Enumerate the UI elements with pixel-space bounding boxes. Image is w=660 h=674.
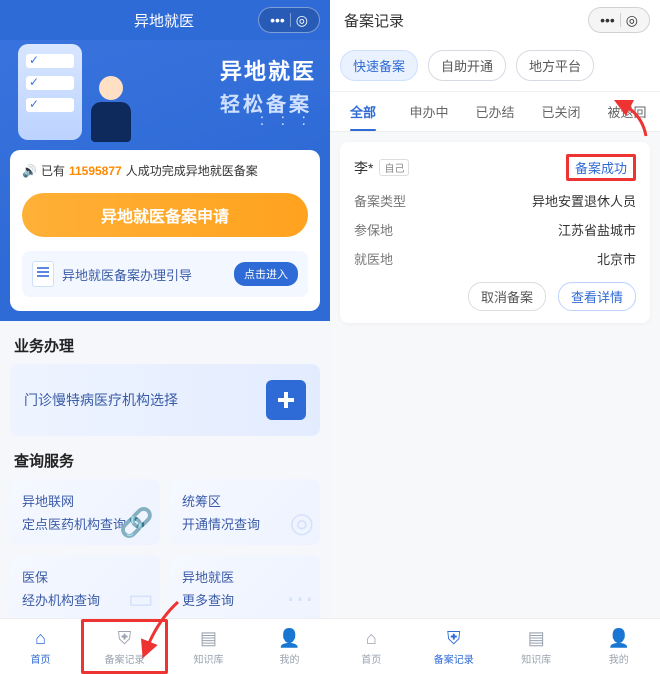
book-icon: ▤ — [200, 628, 217, 649]
filing-record-card: 李* 自己 备案成功 备案类型异地安置退休人员 参保地江苏省盐城市 就医地北京市… — [340, 142, 650, 323]
tab-home[interactable]: ⌂ 首页 — [330, 619, 413, 674]
tab-home[interactable]: ⌂ 首页 — [0, 619, 81, 674]
home-icon: ⌂ — [35, 628, 46, 649]
tab-knowledge[interactable]: ▤ 知识库 — [168, 619, 249, 674]
guide-label: 异地就医备案办理引导 — [62, 265, 192, 284]
subtab-done[interactable]: 已办结 — [462, 92, 528, 131]
filing-guide-row[interactable]: 异地就医备案办理引导 点击进入 — [22, 251, 308, 297]
hero-dots: : : : — [260, 112, 312, 130]
query-card-region[interactable]: 统筹区开通情况查询 ◎ — [170, 479, 320, 545]
subtab-processing[interactable]: 申办中 — [396, 92, 462, 131]
page-title-left: 异地就医 — [70, 10, 258, 31]
location-icon: ◎ — [290, 506, 314, 539]
miniprogram-capsule[interactable]: ••• ◎ — [588, 7, 650, 33]
record-name: 李* — [354, 158, 373, 178]
enter-button[interactable]: 点击进入 — [234, 262, 298, 286]
section-title-business: 业务办理 — [0, 321, 330, 364]
hero-person-illustration — [86, 76, 136, 146]
hospital-plus-icon — [266, 380, 306, 420]
view-detail-button[interactable]: 查看详情 — [558, 282, 636, 311]
self-tag: 自己 — [379, 159, 409, 176]
section-title-query: 查询服务 — [0, 436, 330, 479]
card-icon: ▭ — [128, 582, 154, 615]
page-title-right: 备案记录 — [340, 10, 588, 31]
more-icon[interactable]: ••• — [600, 13, 615, 27]
tab-filing-records[interactable]: ⛨ 备案记录 — [413, 619, 496, 674]
document-icon — [32, 261, 54, 287]
shield-icon: ⛨ — [118, 628, 132, 649]
pill-quick-filing[interactable]: 快速备案 — [340, 50, 418, 81]
query-card-more[interactable]: 异地就医更多查询 ⋯ — [170, 555, 320, 621]
more-icon: ⋯ — [286, 582, 314, 615]
link-icon: 🔗 — [119, 506, 154, 539]
target-icon[interactable]: ◎ — [626, 13, 638, 27]
subtab-closed[interactable]: 已关闭 — [528, 92, 594, 131]
tab-filing-records[interactable]: ⛨ 备案记录 — [81, 619, 168, 674]
success-count-row: 🔊 已有 11595877 人成功完成异地就医备案 — [22, 162, 308, 179]
tab-mine[interactable]: 👤 我的 — [578, 619, 660, 674]
home-icon: ⌂ — [366, 628, 377, 649]
pill-local-platform[interactable]: 地方平台 — [516, 50, 594, 81]
shield-icon: ⛨ — [447, 628, 461, 649]
hero-title: 异地就医 — [220, 54, 316, 86]
target-icon[interactable]: ◎ — [296, 13, 308, 27]
status-badge: 备案成功 — [566, 154, 636, 181]
subtab-all[interactable]: 全部 — [330, 92, 396, 131]
book-icon: ▤ — [528, 628, 545, 649]
sound-icon: 🔊 — [22, 164, 37, 178]
user-icon: 👤 — [278, 628, 300, 649]
hero-phone-illustration — [18, 44, 82, 140]
miniprogram-capsule[interactable]: ••• ◎ — [258, 7, 320, 33]
apply-filing-button[interactable]: 异地就医备案申请 — [22, 193, 308, 237]
query-card-networked[interactable]: 异地联网定点医药机构查询 🔗 — [10, 479, 160, 545]
pill-self-open[interactable]: 自助开通 — [428, 50, 506, 81]
chronic-disease-card[interactable]: 门诊慢特病医疗机构选择 — [10, 364, 320, 436]
query-card-agency[interactable]: 医保经办机构查询 ▭ — [10, 555, 160, 621]
user-icon: 👤 — [608, 628, 630, 649]
success-count-number: 11595877 — [69, 164, 122, 178]
more-icon[interactable]: ••• — [270, 13, 285, 27]
tab-knowledge[interactable]: ▤ 知识库 — [495, 619, 578, 674]
cancel-filing-button[interactable]: 取消备案 — [468, 282, 546, 311]
tab-mine[interactable]: 👤 我的 — [249, 619, 330, 674]
subtab-returned[interactable]: 被退回 — [594, 92, 660, 131]
